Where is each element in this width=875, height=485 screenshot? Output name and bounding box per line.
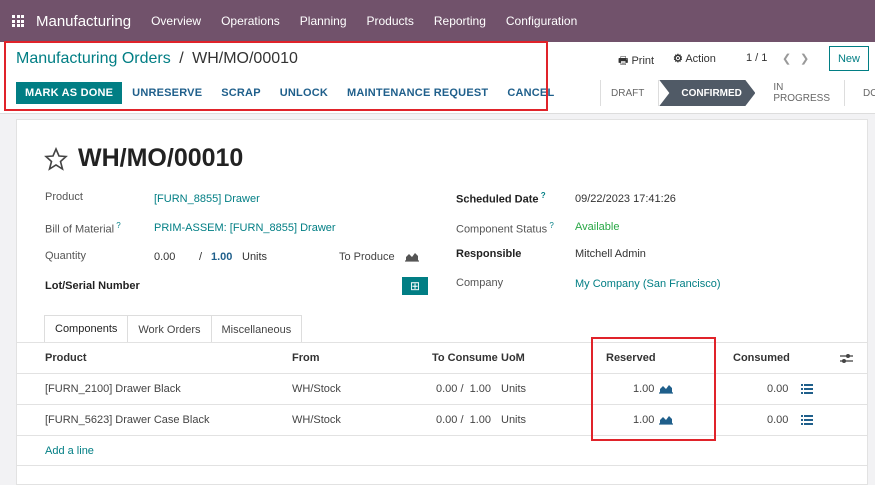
status-bar: DRAFT CONFIRMED IN PROGRESS DONE [600,80,875,106]
tab-components[interactable]: Components [44,315,129,343]
menu-operations[interactable]: Operations [221,14,280,28]
status-confirmed[interactable]: CONFIRMED [659,80,755,106]
status-in-progress[interactable]: IN PROGRESS [755,80,846,106]
form-sheet [16,119,868,485]
highlight-box-reserved [591,337,716,441]
to-produce-label: To Produce [339,251,395,263]
highlight-box-header [4,41,548,111]
col-from[interactable]: From [292,352,320,364]
gear-icon: ⚙ [673,53,683,65]
pager-value[interactable]: 1 / 1 [746,52,767,64]
row-divider [17,404,868,405]
action-button[interactable]: ⚙ Action [673,52,716,65]
menu-reporting[interactable]: Reporting [434,14,486,28]
row-consumed[interactable]: 0.00 [767,383,788,395]
table-bottom-divider [17,465,868,466]
row-to-consume: 0.00 / 1.00 [436,414,492,426]
chevron-right-icon[interactable]: ❯ [800,52,809,65]
lot-serial-label: Lot/Serial Number [45,280,140,292]
tabs-divider [17,342,868,343]
add-line-link[interactable]: Add a line [45,445,94,457]
record-name: WH/MO/00010 [78,144,244,172]
product-field[interactable]: [FURN_8855] Drawer [154,193,260,205]
tab-work-orders[interactable]: Work Orders [128,315,212,343]
row-from: WH/Stock [292,383,341,395]
row-product[interactable]: [FURN_2100] Drawer Black [45,383,181,395]
quantity-total-field[interactable]: 1.00 [211,251,232,263]
component-status-value: Available [575,221,620,233]
forecast-chart-icon[interactable] [405,251,419,262]
scheduled-date-field[interactable]: 09/22/2023 17:41:26 [575,193,676,205]
print-button[interactable]: 🖶 Print [618,52,654,71]
notebook-tabs: Components Work Orders Miscellaneous [44,315,303,343]
detailed-operations-icon[interactable] [801,415,813,426]
new-button[interactable]: New [829,46,869,71]
bom-label: Bill of Material ? [45,221,121,236]
status-draft[interactable]: DRAFT [600,80,660,106]
menu-configuration[interactable]: Configuration [506,14,577,28]
row-product[interactable]: [FURN_5623] Drawer Case Black [45,414,209,426]
bom-field[interactable]: PRIM-ASSEM: [FURN_8855] Drawer [154,222,336,234]
record-title: WH/MO/00010 [44,144,243,173]
top-navbar: Manufacturing Overview Operations Planni… [0,0,875,42]
row-uom: Units [501,414,527,426]
print-label: Print [631,55,655,67]
status-done[interactable]: DONE [845,80,875,106]
col-uom[interactable]: UoM [501,352,525,364]
action-label: Action [685,53,716,65]
responsible-label: Responsible [456,248,522,260]
quantity-uom: Units [242,251,268,263]
detailed-operations-icon[interactable] [801,384,813,395]
row-from: WH/Stock [292,414,341,426]
lot-generate-icon[interactable]: ⊞ [402,277,428,295]
company-label: Company [456,277,504,289]
chevron-left-icon[interactable]: ❮ [782,52,791,65]
company-field[interactable]: My Company (San Francisco) [575,278,721,290]
row-consumed[interactable]: 0.00 [767,414,788,426]
row-uom: Units [501,383,527,395]
quantity-separator: / [199,251,203,263]
component-status-label: Component Status ? [456,221,554,236]
header-divider [17,373,868,374]
tab-miscellaneous[interactable]: Miscellaneous [211,315,303,343]
col-product[interactable]: Product [45,352,87,364]
menu-overview[interactable]: Overview [151,14,201,28]
row-to-consume: 0.00 / 1.00 [436,383,492,395]
col-to-consume[interactable]: To Consume [432,352,498,364]
quantity-label: Quantity [45,250,86,262]
col-consumed[interactable]: Consumed [733,352,790,364]
app-brand[interactable]: Manufacturing [36,13,131,30]
product-label: Product [45,191,83,203]
scheduled-date-label: Scheduled Date ? [456,191,546,206]
star-icon[interactable] [44,146,68,171]
row-divider [17,435,868,436]
column-settings-icon[interactable] [840,353,853,364]
apps-grid-icon[interactable] [12,15,24,27]
menu-planning[interactable]: Planning [300,14,347,28]
quantity-done-field[interactable]: 0.00 [154,251,175,263]
responsible-field[interactable]: Mitchell Admin [575,248,646,260]
printer-icon: 🖶 [618,55,629,67]
menu-products[interactable]: Products [367,14,414,28]
